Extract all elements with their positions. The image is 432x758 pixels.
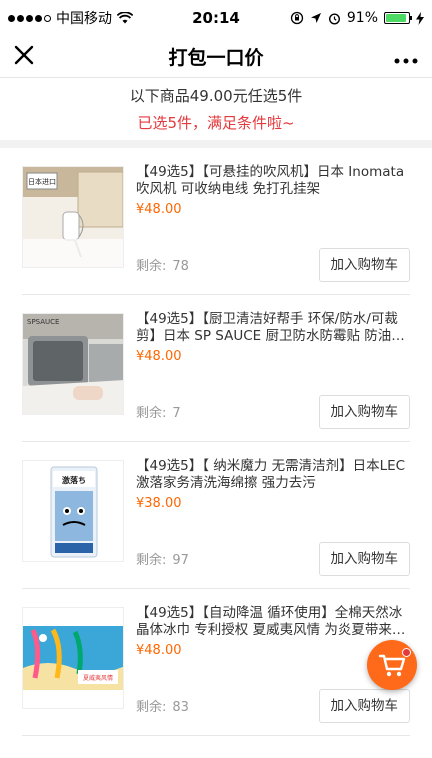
product-image-caption: 夏威夷风情 [83,674,113,682]
add-to-cart-button[interactable]: 加入购物车 [318,689,410,723]
product-item[interactable]: 夏威夷风情 【49选5】【自动降温 循环使用】全棉天然冰晶体冰巾 专利授权 夏威… [22,589,410,736]
more-button[interactable] [378,45,418,69]
product-list: 日本进口 【49选5】【可悬挂的吹风机】日本 Inomata 吹风机 可收纳电线… [0,148,432,736]
product-stock: 剩余: 97 [136,549,189,568]
product-image-caption: SPSAUCE [27,318,59,326]
promo-banner: 以下商品49.00元任选5件 已选5件，满足条件啦~ [0,78,432,148]
product-info: 【49选5】【可悬挂的吹风机】日本 Inomata 吹风机 可收纳电线 免打孔挂… [124,164,410,282]
product-image-sponge[interactable]: 激落ち [22,460,124,562]
product-image-caption: 激落ち [62,475,86,485]
cart-badge [402,648,411,657]
signal-strength-icon [8,14,51,22]
stock-label: 剩余: [136,259,167,274]
product-title[interactable]: 【49选5】【厨卫清洁好帮手 环保/防水/可裁剪】日本 SP SAUCE 厨卫防… [136,311,410,345]
product-item[interactable]: 日本进口 【49选5】【可悬挂的吹风机】日本 Inomata 吹风机 可收纳电线… [22,148,410,295]
battery-icon [384,12,412,24]
nav-bar: 打包一口价 [0,36,432,78]
cart-fab-button[interactable] [367,640,417,690]
stock-count: 78 [172,259,189,274]
stock-count: 97 [172,553,189,568]
product-price: ¥38.00 [136,496,182,511]
product-item[interactable]: 激落ち 【49选5】【 纳米魔力 无需清洁剂】日本LEC激落家务清洗海绵擦 强力… [22,442,410,589]
status-right: 91% [290,10,424,26]
more-dots-icon [394,58,418,63]
promo-rule: 以下商品49.00元任选5件 [129,87,303,105]
product-item[interactable]: SPSAUCE 【49选5】【厨卫清洁好帮手 环保/防水/可裁剪】日本 SP S… [22,295,410,442]
close-button[interactable] [14,44,54,70]
status-bar: 中国移动 20:14 91% [0,0,432,36]
product-title[interactable]: 【49选5】【可悬挂的吹风机】日本 Inomata 吹风机 可收纳电线 免打孔挂… [136,164,410,198]
product-info: 【49选5】【厨卫清洁好帮手 环保/防水/可裁剪】日本 SP SAUCE 厨卫防… [124,311,410,429]
shopping-cart-icon [378,654,406,677]
promo-status: 已选5件，满足条件啦~ [137,114,295,132]
close-icon [14,45,34,64]
add-to-cart-button[interactable]: 加入购物车 [318,542,410,576]
carrier-label: 中国移动 [56,11,112,27]
product-title[interactable]: 【49选5】【自动降温 循环使用】全棉天然冰晶体冰巾 专利授权 夏威夷风情 为炎… [136,605,410,639]
add-to-cart-button[interactable]: 加入购物车 [318,248,410,282]
product-price: ¥48.00 [136,349,182,364]
product-price: ¥48.00 [136,202,182,217]
alarm-icon [328,12,340,25]
product-image-hair-dryer[interactable]: 日本进口 [22,166,124,268]
product-title[interactable]: 【49选5】【 纳米魔力 无需清洁剂】日本LEC激落家务清洗海绵擦 强力去污 [136,458,410,492]
status-time: 20:14 [192,9,240,27]
page-title: 打包一口价 [168,47,264,69]
product-stock: 剩余: 78 [136,255,189,274]
stock-label: 剩余: [136,553,167,568]
stock-label: 剩余: [136,406,167,421]
charging-icon [416,11,424,25]
wifi-icon [117,12,133,24]
battery-percent: 91% [346,10,378,26]
orientation-lock-icon [290,11,304,25]
stock-count: 83 [172,700,189,715]
add-to-cart-button[interactable]: 加入购物车 [318,395,410,429]
product-stock: 剩余: 83 [136,696,189,715]
product-image-caption: 日本进口 [28,177,56,186]
product-image-ice-towel[interactable]: 夏威夷风情 [22,607,124,709]
status-left: 中国移动 [8,8,133,28]
product-image-sink-sticker[interactable]: SPSAUCE [22,313,124,415]
location-icon [310,13,321,23]
stock-label: 剩余: [136,700,167,715]
product-info: 【49选5】【 纳米魔力 无需清洁剂】日本LEC激落家务清洗海绵擦 强力去污 ¥… [124,458,410,576]
product-stock: 剩余: 7 [136,402,181,421]
stock-count: 7 [172,406,181,421]
